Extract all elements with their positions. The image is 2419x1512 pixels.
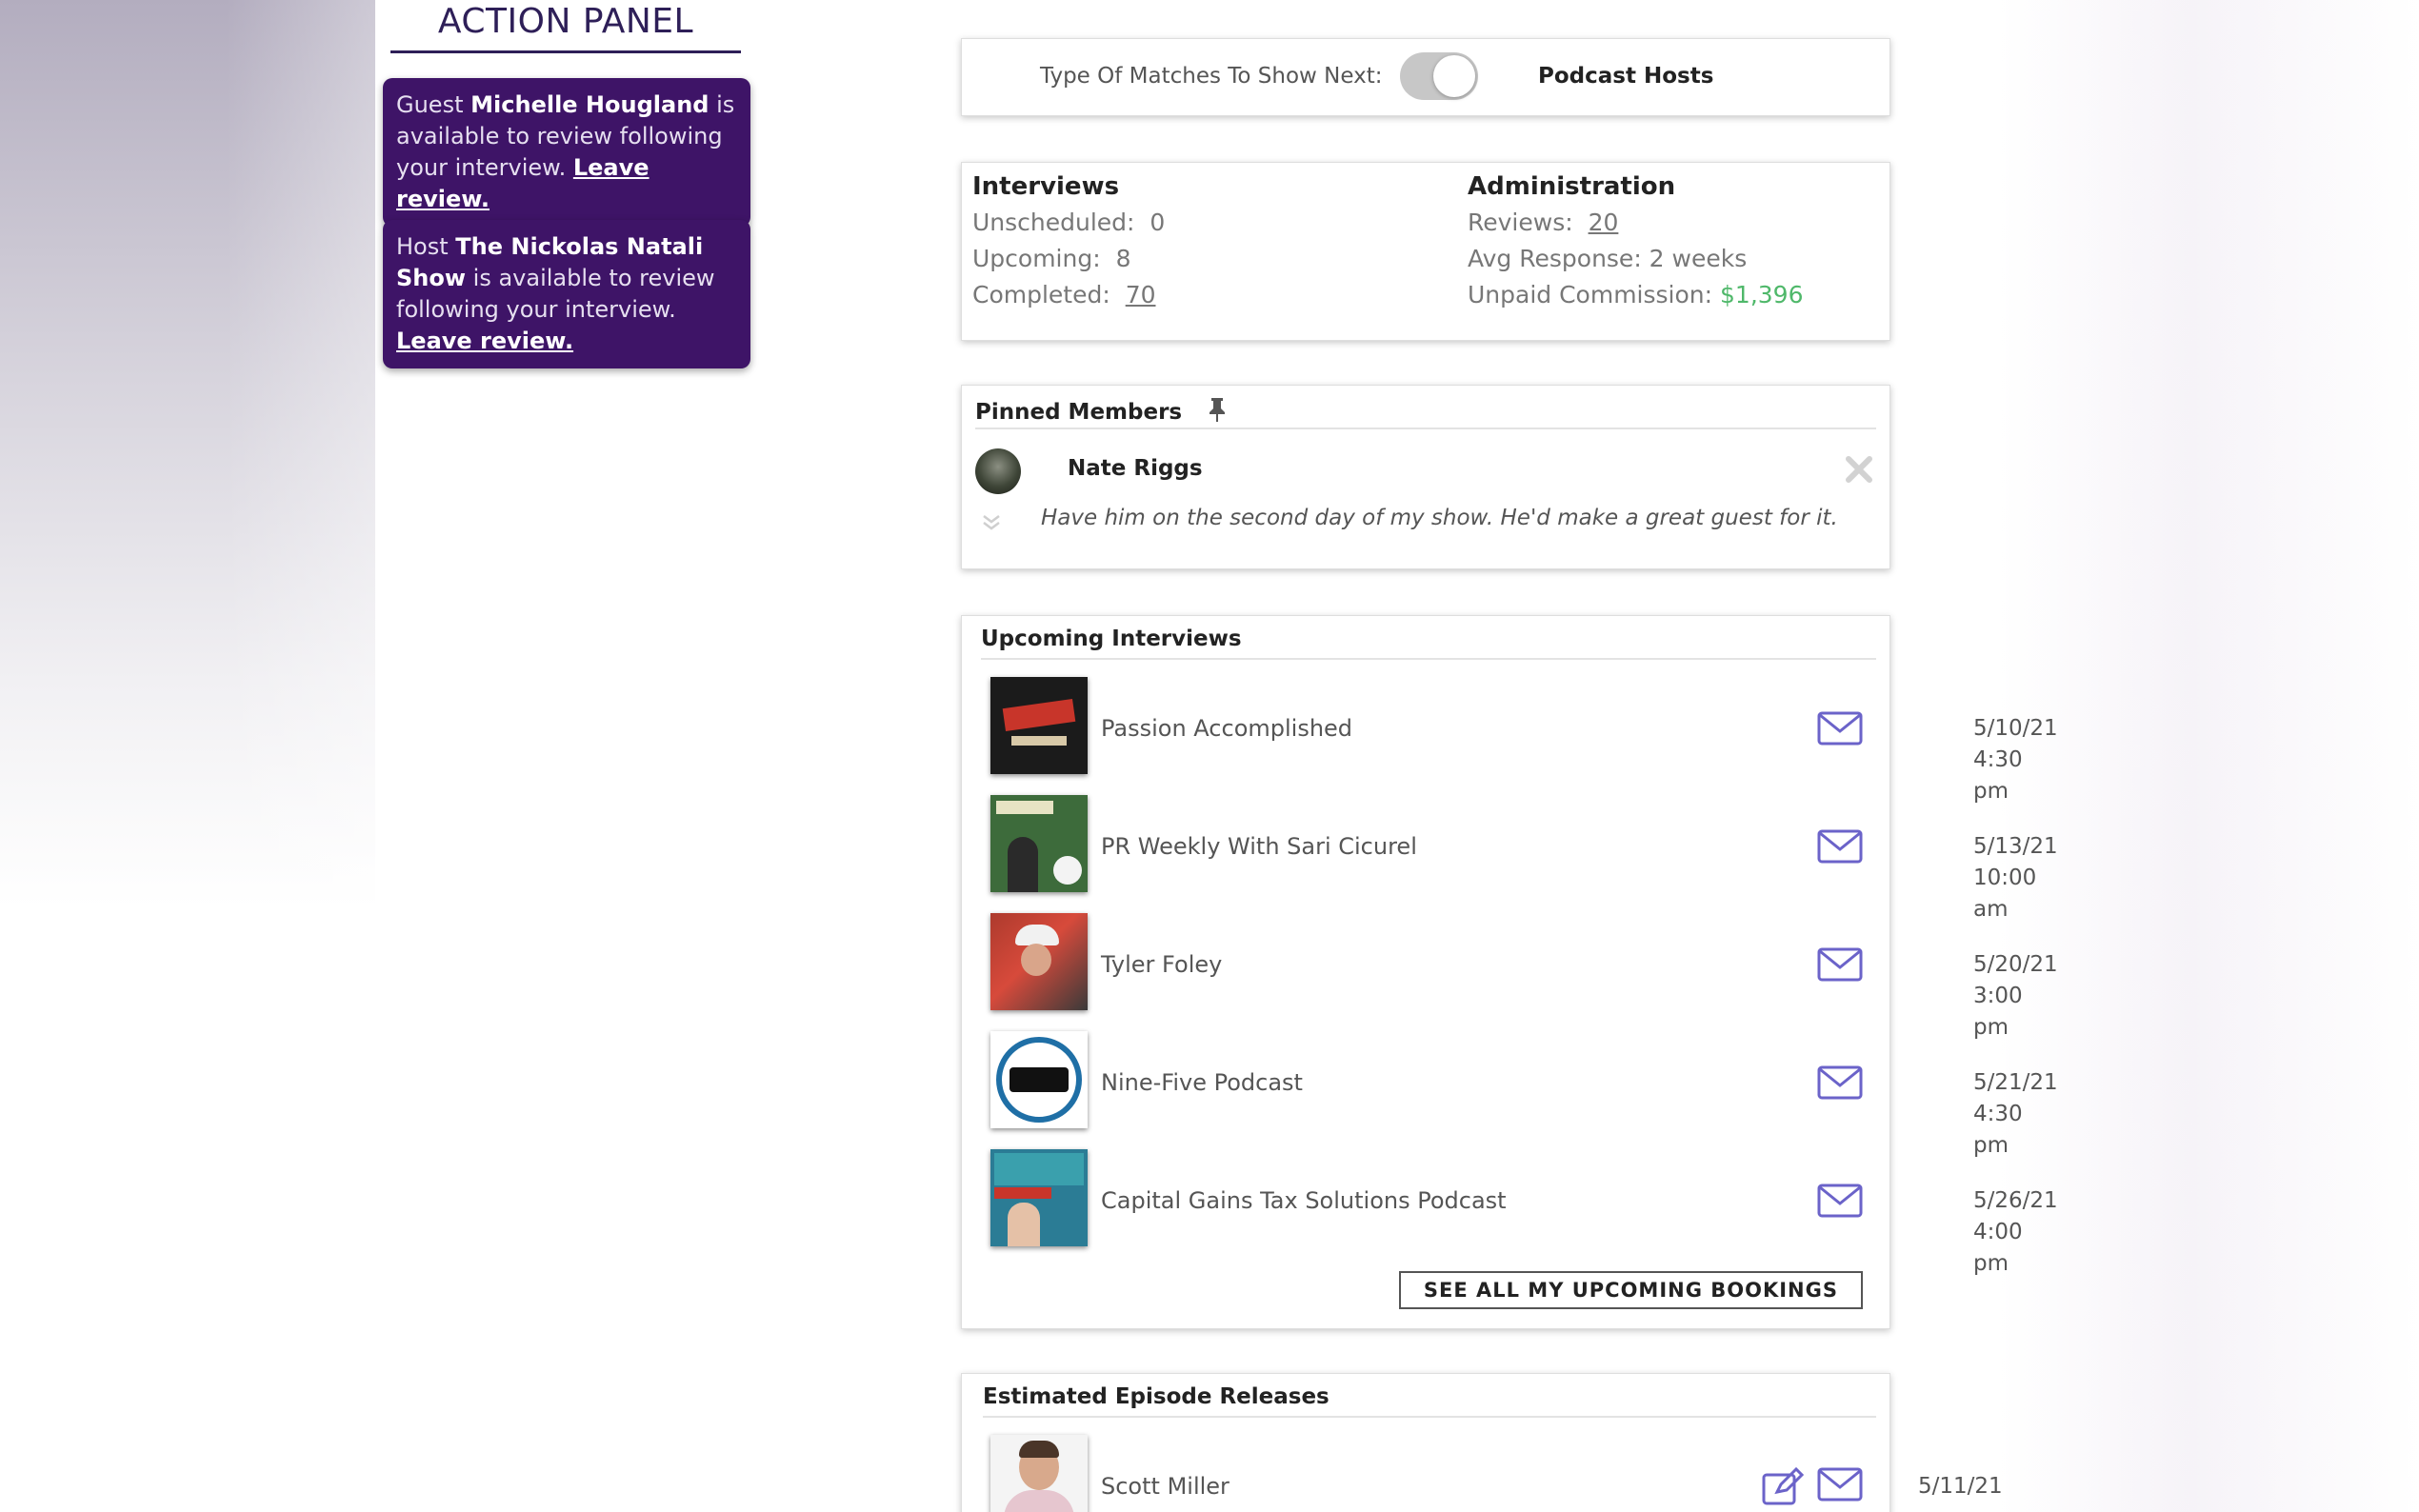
pinned-members-heading: Pinned Members (975, 400, 1183, 425)
interview-title: Nine-Five Podcast (1101, 1069, 1303, 1096)
mail-icon[interactable] (1817, 1065, 1863, 1104)
match-type-value: Podcast Hosts (1538, 64, 1714, 89)
list-item[interactable]: Capital Gains Tax Solutions Podcast 5/26… (983, 1149, 2058, 1276)
interview-datetime: 5/10/21 4:30 pm (1973, 716, 2058, 804)
upcoming-interviews-heading: Upcoming Interviews (981, 627, 1242, 651)
pinned-members-panel: Pinned Members Nate Riggs Have him on th… (961, 385, 1890, 569)
interviews-stats: Interviews Unscheduled: 0 Upcoming: 8 Co… (972, 169, 1165, 313)
upcoming-interviews-panel: Upcoming Interviews Passion Accomplished… (961, 615, 2058, 1329)
interview-title: Passion Accomplished (1101, 715, 1353, 742)
completed-count-link[interactable]: 70 (1126, 281, 1156, 308)
review-card-prefix: Guest (396, 91, 464, 118)
mail-icon[interactable] (1817, 1184, 1863, 1222)
pin-icon (1207, 396, 1228, 428)
pinned-members-header: Pinned Members (975, 386, 1876, 429)
podcast-thumbnail (990, 913, 1088, 1010)
podcast-thumbnail (990, 677, 1088, 774)
podcast-thumbnail (990, 1031, 1088, 1128)
completed-stat: Completed: 70 (972, 281, 1156, 308)
pinned-member-note: Have him on the second day of my show. H… (1041, 506, 1838, 530)
administration-heading: Administration (1468, 172, 1676, 201)
unscheduled-count: 0 (1150, 209, 1166, 236)
episode-releases-header: Estimated Episode Releases (983, 1374, 1876, 1418)
episode-releases-heading: Estimated Episode Releases (983, 1384, 1329, 1409)
upcoming-stat: Upcoming: 8 (972, 245, 1131, 272)
action-panel-title: ACTION PANEL (390, 2, 741, 53)
review-card-prefix: Host (396, 233, 449, 260)
mail-icon[interactable] (1817, 711, 1863, 749)
stats-panel: Interviews Unscheduled: 0 Upcoming: 8 Co… (961, 162, 1890, 341)
podcast-thumbnail (990, 795, 1088, 892)
commission-stat: Unpaid Commission: $1,396 (1468, 281, 1804, 308)
mail-icon[interactable] (1817, 1467, 1863, 1505)
reviews-stat: Reviews: 20 (1468, 209, 1619, 236)
match-type-panel: Type Of Matches To Show Next: Podcast Ho… (961, 38, 1890, 116)
see-all-bookings-button[interactable]: SEE ALL MY UPCOMING BOOKINGS (1398, 1271, 1863, 1309)
leave-review-link[interactable]: Leave review. (396, 328, 573, 354)
release-date: 5/11/21 (1918, 1474, 2003, 1499)
close-icon[interactable] (1844, 454, 1874, 488)
interviews-heading: Interviews (972, 172, 1120, 201)
podcast-thumbnail (990, 1149, 1088, 1246)
interview-datetime: 5/13/21 10:00 am (1973, 834, 2058, 922)
toggle-knob (1433, 55, 1475, 97)
administration-stats: Administration Reviews: 20 Avg Response:… (1468, 169, 1804, 313)
interview-datetime: 5/20/21 3:00 pm (1973, 952, 2058, 1040)
avg-response-stat: Avg Response: 2 weeks (1468, 245, 1748, 272)
review-card-guest: Guest Michelle Hougland is available to … (383, 78, 750, 227)
avatar[interactable] (975, 448, 1021, 494)
unscheduled-stat: Unscheduled: 0 (972, 209, 1166, 236)
interview-datetime: 5/26/21 4:00 pm (1973, 1188, 2058, 1276)
upcoming-interviews-header: Upcoming Interviews (981, 616, 1876, 660)
match-type-toggle[interactable] (1400, 52, 1478, 100)
interview-title: Capital Gains Tax Solutions Podcast (1101, 1187, 1507, 1214)
guest-thumbnail (990, 1435, 1088, 1512)
list-item[interactable]: Nine-Five Podcast 5/21/21 4:30 pm (983, 1031, 2058, 1158)
mail-icon[interactable] (1817, 947, 1863, 985)
mail-icon[interactable] (1817, 829, 1863, 867)
review-card-name: Michelle Hougland (470, 91, 710, 118)
interview-title: PR Weekly With Sari Cicurel (1101, 833, 1417, 860)
edit-icon[interactable] (1762, 1466, 1806, 1509)
reviews-count-link[interactable]: 20 (1589, 209, 1619, 236)
commission-amount: $1,396 (1720, 281, 1804, 308)
list-item[interactable]: Scott Miller 5/11/21 (983, 1435, 2003, 1512)
match-type-label: Type Of Matches To Show Next: (1040, 64, 1383, 89)
review-card-host: Host The Nickolas Natali Show is availab… (383, 220, 750, 368)
interview-datetime: 5/21/21 4:30 pm (1973, 1070, 2058, 1158)
interview-title: Tyler Foley (1101, 951, 1223, 978)
chevron-down-icon[interactable] (981, 513, 1002, 532)
episode-releases-panel: Estimated Episode Releases Scott Miller … (961, 1373, 2003, 1512)
upcoming-count: 8 (1115, 245, 1131, 272)
pinned-member-name[interactable]: Nate Riggs (1068, 456, 1203, 481)
release-title: Scott Miller (1101, 1473, 1229, 1500)
left-gradient-background (0, 0, 375, 1512)
list-item[interactable]: Passion Accomplished 5/10/21 4:30 pm (983, 677, 2058, 804)
list-item[interactable]: Tyler Foley 5/20/21 3:00 pm (983, 913, 2058, 1040)
list-item[interactable]: PR Weekly With Sari Cicurel 5/13/21 10:00… (983, 795, 2058, 922)
